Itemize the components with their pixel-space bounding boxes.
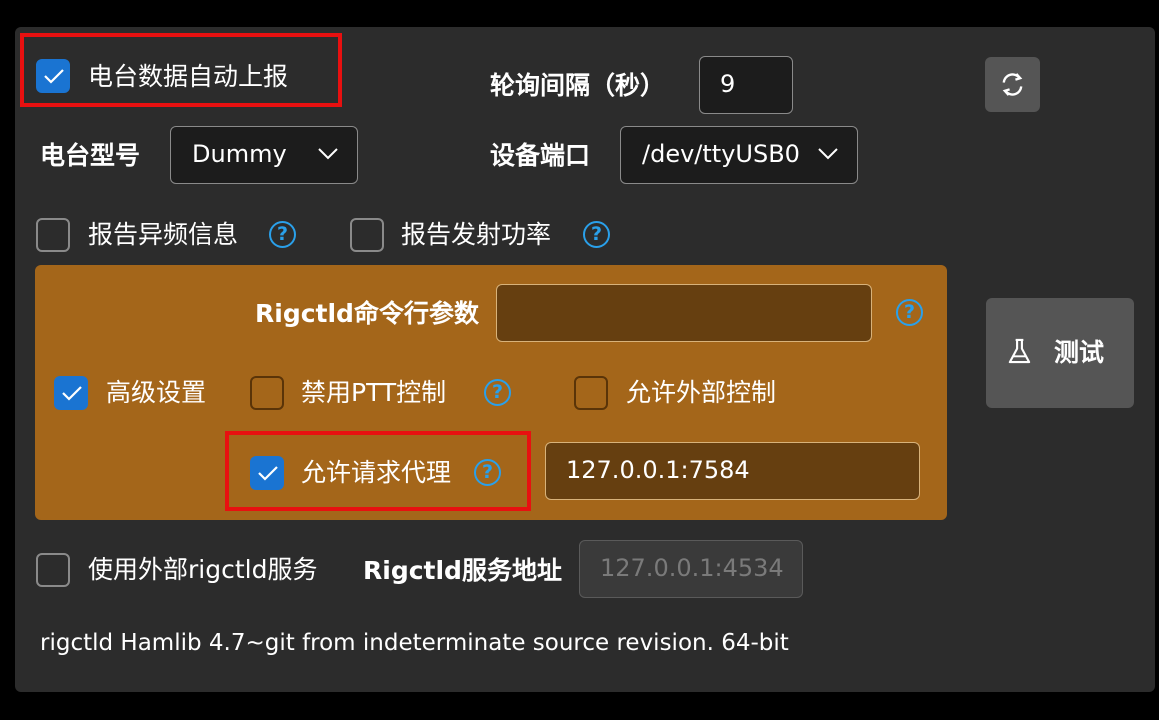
advanced-settings-label: 高级设置 xyxy=(106,378,207,407)
allow-proxy-label: 允许请求代理 xyxy=(301,458,452,487)
rigctld-address-label: Rigctld服务地址 xyxy=(363,556,562,585)
device-port-dropdown[interactable]: /dev/ttyUSB0 xyxy=(620,126,858,184)
report-tx-power-label: 报告发射功率 xyxy=(401,220,552,249)
device-port-label: 设备端口 xyxy=(490,141,591,170)
check-icon xyxy=(44,69,64,84)
chevron-down-icon xyxy=(318,148,338,160)
report-tx-power-checkbox[interactable] xyxy=(350,218,384,252)
cmdline-input[interactable] xyxy=(496,284,872,342)
poll-interval-label: 轮询间隔（秒） xyxy=(490,71,666,100)
test-button-label: 测试 xyxy=(1054,338,1105,367)
cmdline-label: Rigctld命令行参数 xyxy=(255,299,479,328)
check-icon xyxy=(62,386,82,401)
disable-ptt-checkbox[interactable] xyxy=(250,376,284,410)
disable-ptt-label: 禁用PTT控制 xyxy=(301,378,447,407)
auto-report-label: 电台数据自动上报 xyxy=(88,62,289,91)
device-port-value: /dev/ttyUSB0 xyxy=(642,140,800,168)
flask-icon xyxy=(1008,338,1031,364)
help-icon[interactable]: ? xyxy=(896,299,923,326)
allow-proxy-checkbox[interactable] xyxy=(250,456,284,490)
help-icon[interactable]: ? xyxy=(583,221,610,248)
refresh-icon xyxy=(1002,73,1023,96)
radio-model-dropdown[interactable]: Dummy xyxy=(170,126,358,184)
report-freq-offset-label: 报告异频信息 xyxy=(88,220,239,249)
radio-model-label: 电台型号 xyxy=(40,141,141,170)
use-external-rigctld-label: 使用外部rigctld服务 xyxy=(88,555,318,584)
help-icon[interactable]: ? xyxy=(484,379,511,406)
allow-external-control-checkbox[interactable] xyxy=(574,376,608,410)
rigctld-address-input[interactable]: 127.0.0.1:4534 xyxy=(579,540,803,598)
refresh-button[interactable] xyxy=(985,57,1040,112)
allow-external-control-label: 允许外部控制 xyxy=(626,378,777,407)
proxy-address-input[interactable]: 127.0.0.1:7584 xyxy=(545,442,920,500)
use-external-rigctld-checkbox[interactable] xyxy=(36,553,70,587)
chevron-down-icon xyxy=(818,148,838,160)
test-button[interactable]: 测试 xyxy=(986,298,1134,408)
report-freq-offset-checkbox[interactable] xyxy=(36,218,70,252)
help-icon[interactable]: ? xyxy=(269,221,296,248)
poll-interval-input[interactable]: 9 xyxy=(699,56,793,114)
auto-report-checkbox[interactable] xyxy=(36,59,70,93)
radio-model-value: Dummy xyxy=(192,140,287,168)
check-icon xyxy=(258,466,278,481)
help-icon[interactable]: ? xyxy=(474,459,501,486)
version-text: rigctld Hamlib 4.7~git from indeterminat… xyxy=(40,630,789,656)
advanced-settings-checkbox[interactable] xyxy=(54,376,88,410)
